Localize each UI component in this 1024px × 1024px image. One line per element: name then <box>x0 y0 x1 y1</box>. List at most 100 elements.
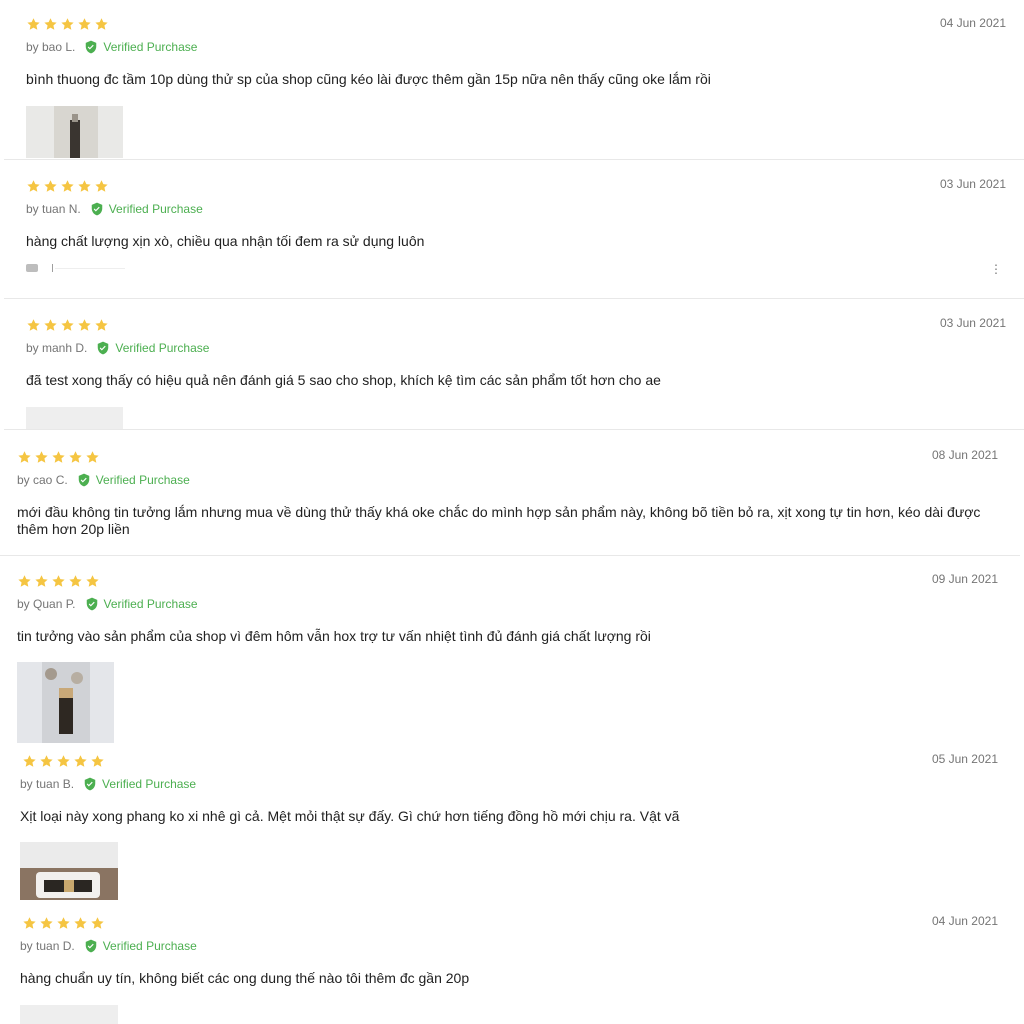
review-date: 04 Jun 2021 <box>931 914 998 928</box>
star-icon <box>51 450 66 465</box>
review-author: by tuan D. <box>20 939 75 953</box>
review-author: by bao L. <box>26 40 76 54</box>
star-icon <box>17 574 32 589</box>
review-date: 04 Jun 2021 <box>939 16 1006 30</box>
review-author: by Quan P. <box>17 597 76 611</box>
star-icon <box>85 450 100 465</box>
like-button[interactable] <box>26 264 125 272</box>
star-icon <box>56 916 71 931</box>
star-icon <box>94 318 109 333</box>
star-icon <box>77 318 92 333</box>
star-icon <box>22 916 37 931</box>
verified-purchase-label: Verified Purchase <box>102 777 197 791</box>
star-icon <box>39 754 54 769</box>
like-divider-line <box>55 267 125 269</box>
star-icon <box>39 916 54 931</box>
review-date: 03 Jun 2021 <box>939 316 1006 330</box>
star-icon <box>73 754 88 769</box>
star-rating <box>17 450 100 465</box>
verified-purchase-label: Verified Purchase <box>103 597 198 611</box>
verified-check-icon <box>77 473 91 487</box>
review-card: by bao L. Verified Purchase 04 Jun 2021 … <box>4 0 1024 160</box>
review-byline: by tuan D. Verified Purchase <box>20 939 197 953</box>
star-icon <box>94 179 109 194</box>
review-text: Xịt loại này xong phang ko xi nhê gì cả.… <box>20 808 680 824</box>
star-icon <box>77 179 92 194</box>
verified-purchase-label: Verified Purchase <box>103 40 198 54</box>
star-icon <box>34 574 49 589</box>
review-author: by manh D. <box>26 341 88 355</box>
review-card: by manh D. Verified Purchase 03 Jun 2021… <box>4 299 1024 430</box>
review-text: tin tưởng vào sản phẩm của shop vì đêm h… <box>17 628 651 644</box>
verified-purchase-label: Verified Purchase <box>95 473 190 487</box>
review-date: 08 Jun 2021 <box>931 448 998 462</box>
star-icon <box>43 17 58 32</box>
star-icon <box>90 754 105 769</box>
star-icon <box>60 179 75 194</box>
star-icon <box>68 450 83 465</box>
review-text: bình thuong đc tầm 10p dùng thử sp của s… <box>26 71 711 87</box>
review-byline: by tuan N. Verified Purchase <box>26 202 203 216</box>
review-text: hàng chuẩn uy tín, không biết các ong du… <box>20 970 470 986</box>
more-options-icon[interactable]: ⋮ <box>990 262 1002 276</box>
star-rating <box>17 574 100 589</box>
star-icon <box>26 318 41 333</box>
verified-check-icon <box>96 341 110 355</box>
star-rating <box>22 916 105 931</box>
review-author: by cao C. <box>17 473 68 487</box>
verified-check-icon <box>90 202 104 216</box>
review-card: by Quan P. Verified Purchase 09 Jun 2021… <box>0 557 1020 743</box>
review-photo-thumbnail[interactable] <box>20 1005 118 1024</box>
review-byline: by bao L. Verified Purchase <box>26 40 197 54</box>
star-rating <box>26 318 109 333</box>
star-icon <box>26 17 41 32</box>
star-icon <box>94 17 109 32</box>
review-text: mới đầu không tin tưởng lắm nhưng mua về… <box>17 504 981 537</box>
star-icon <box>60 17 75 32</box>
star-rating <box>22 754 105 769</box>
star-icon <box>22 754 37 769</box>
review-author: by tuan N. <box>26 202 81 216</box>
star-icon <box>68 574 83 589</box>
star-icon <box>60 318 75 333</box>
review-photo-thumbnail[interactable] <box>26 106 123 158</box>
like-separator <box>52 264 53 272</box>
review-date: 03 Jun 2021 <box>939 177 1006 191</box>
thumbs-up-icon <box>26 264 38 272</box>
star-icon <box>34 450 49 465</box>
star-icon <box>43 179 58 194</box>
review-card: by tuan B. Verified Purchase 05 Jun 2021… <box>0 743 1020 905</box>
review-byline: by manh D. Verified Purchase <box>26 341 209 355</box>
star-icon <box>51 574 66 589</box>
review-text: hàng chất lượng xịn xò, chiều qua nhận t… <box>26 233 425 249</box>
review-photo-thumbnail[interactable] <box>17 662 114 743</box>
review-text: đã test xong thấy có hiệu quả nên đánh g… <box>26 372 661 388</box>
star-icon <box>56 754 71 769</box>
verified-check-icon <box>85 597 99 611</box>
star-icon <box>77 17 92 32</box>
verified-purchase-label: Verified Purchase <box>102 939 197 953</box>
verified-check-icon <box>84 40 98 54</box>
star-rating <box>26 179 109 194</box>
review-author: by tuan B. <box>20 777 75 791</box>
star-icon <box>90 916 105 931</box>
star-rating <box>26 17 109 32</box>
review-card: by tuan N. Verified Purchase 03 Jun 2021… <box>4 160 1024 299</box>
review-byline: by tuan B. Verified Purchase <box>20 777 196 791</box>
review-byline: by cao C. Verified Purchase <box>17 473 190 487</box>
verified-purchase-label: Verified Purchase <box>115 341 210 355</box>
verified-check-icon <box>83 777 97 791</box>
review-byline: by Quan P. Verified Purchase <box>17 597 198 611</box>
verified-check-icon <box>84 939 98 953</box>
star-icon <box>73 916 88 931</box>
verified-purchase-label: Verified Purchase <box>108 202 203 216</box>
star-icon <box>26 179 41 194</box>
review-photo-thumbnail[interactable] <box>26 407 123 429</box>
star-icon <box>43 318 58 333</box>
review-card: by tuan D. Verified Purchase 04 Jun 2021… <box>0 905 1020 1024</box>
star-icon <box>85 574 100 589</box>
review-date: 05 Jun 2021 <box>931 752 998 766</box>
star-icon <box>17 450 32 465</box>
review-photo-thumbnail[interactable] <box>20 842 118 900</box>
review-date: 09 Jun 2021 <box>931 572 998 586</box>
